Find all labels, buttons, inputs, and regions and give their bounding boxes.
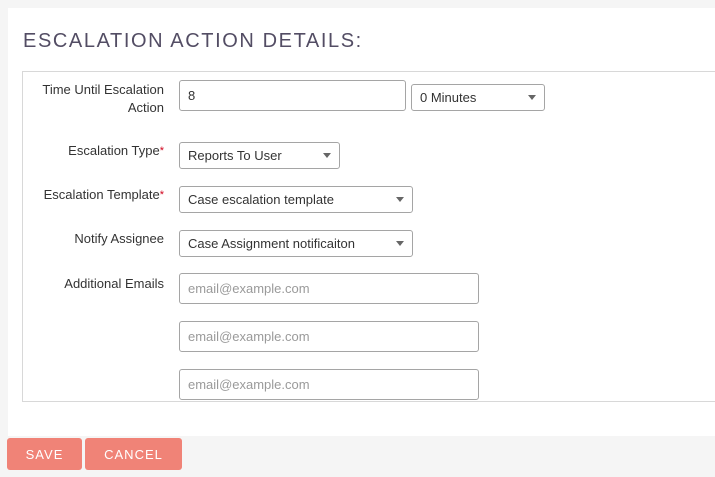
save-button[interactable]: SAVE (7, 438, 82, 470)
escalation-type-select[interactable]: Reports To User (179, 142, 340, 169)
cancel-button[interactable]: CANCEL (85, 438, 182, 470)
time-until-label: Time Until Escalation Action (37, 81, 164, 117)
notify-assignee-label: Notify Assignee (37, 230, 164, 248)
chevron-down-icon (323, 153, 331, 158)
escalation-template-select[interactable]: Case escalation template (179, 186, 413, 213)
email-field-3[interactable] (179, 369, 479, 400)
escalation-panel: ESCALATION ACTION DETAILS: Time Until Es… (8, 8, 715, 436)
escalation-template-label: Escalation Template* (37, 186, 164, 204)
chevron-down-icon (396, 197, 404, 202)
required-marker: * (159, 145, 164, 157)
notify-assignee-label-text: Notify Assignee (74, 231, 164, 246)
required-marker: * (159, 189, 164, 201)
notify-assignee-select[interactable]: Case Assignment notificaiton (179, 230, 413, 257)
time-unit-select[interactable]: 0 Minutes (411, 84, 545, 111)
section-title: ESCALATION ACTION DETAILS: (23, 30, 363, 52)
chevron-down-icon (396, 241, 404, 246)
notify-assignee-select-value: Case Assignment notificaiton (188, 236, 355, 251)
additional-emails-label-text: Additional Emails (64, 276, 164, 291)
time-until-input[interactable] (179, 80, 406, 111)
page: ESCALATION ACTION DETAILS: Time Until Es… (0, 0, 715, 477)
email-field-1[interactable] (179, 273, 479, 304)
time-until-label-text: Time Until Escalation Action (42, 82, 164, 115)
escalation-type-select-value: Reports To User (188, 148, 282, 163)
escalation-form: Time Until Escalation Action 0 Minutes E… (22, 71, 715, 402)
email-field-2[interactable] (179, 321, 479, 352)
additional-emails-label: Additional Emails (37, 275, 164, 293)
escalation-template-label-text: Escalation Template (43, 187, 160, 202)
chevron-down-icon (528, 95, 536, 100)
escalation-template-select-value: Case escalation template (188, 192, 334, 207)
escalation-type-label-text: Escalation Type (68, 143, 160, 158)
escalation-type-label: Escalation Type* (37, 142, 164, 160)
time-unit-select-value: 0 Minutes (420, 90, 477, 105)
